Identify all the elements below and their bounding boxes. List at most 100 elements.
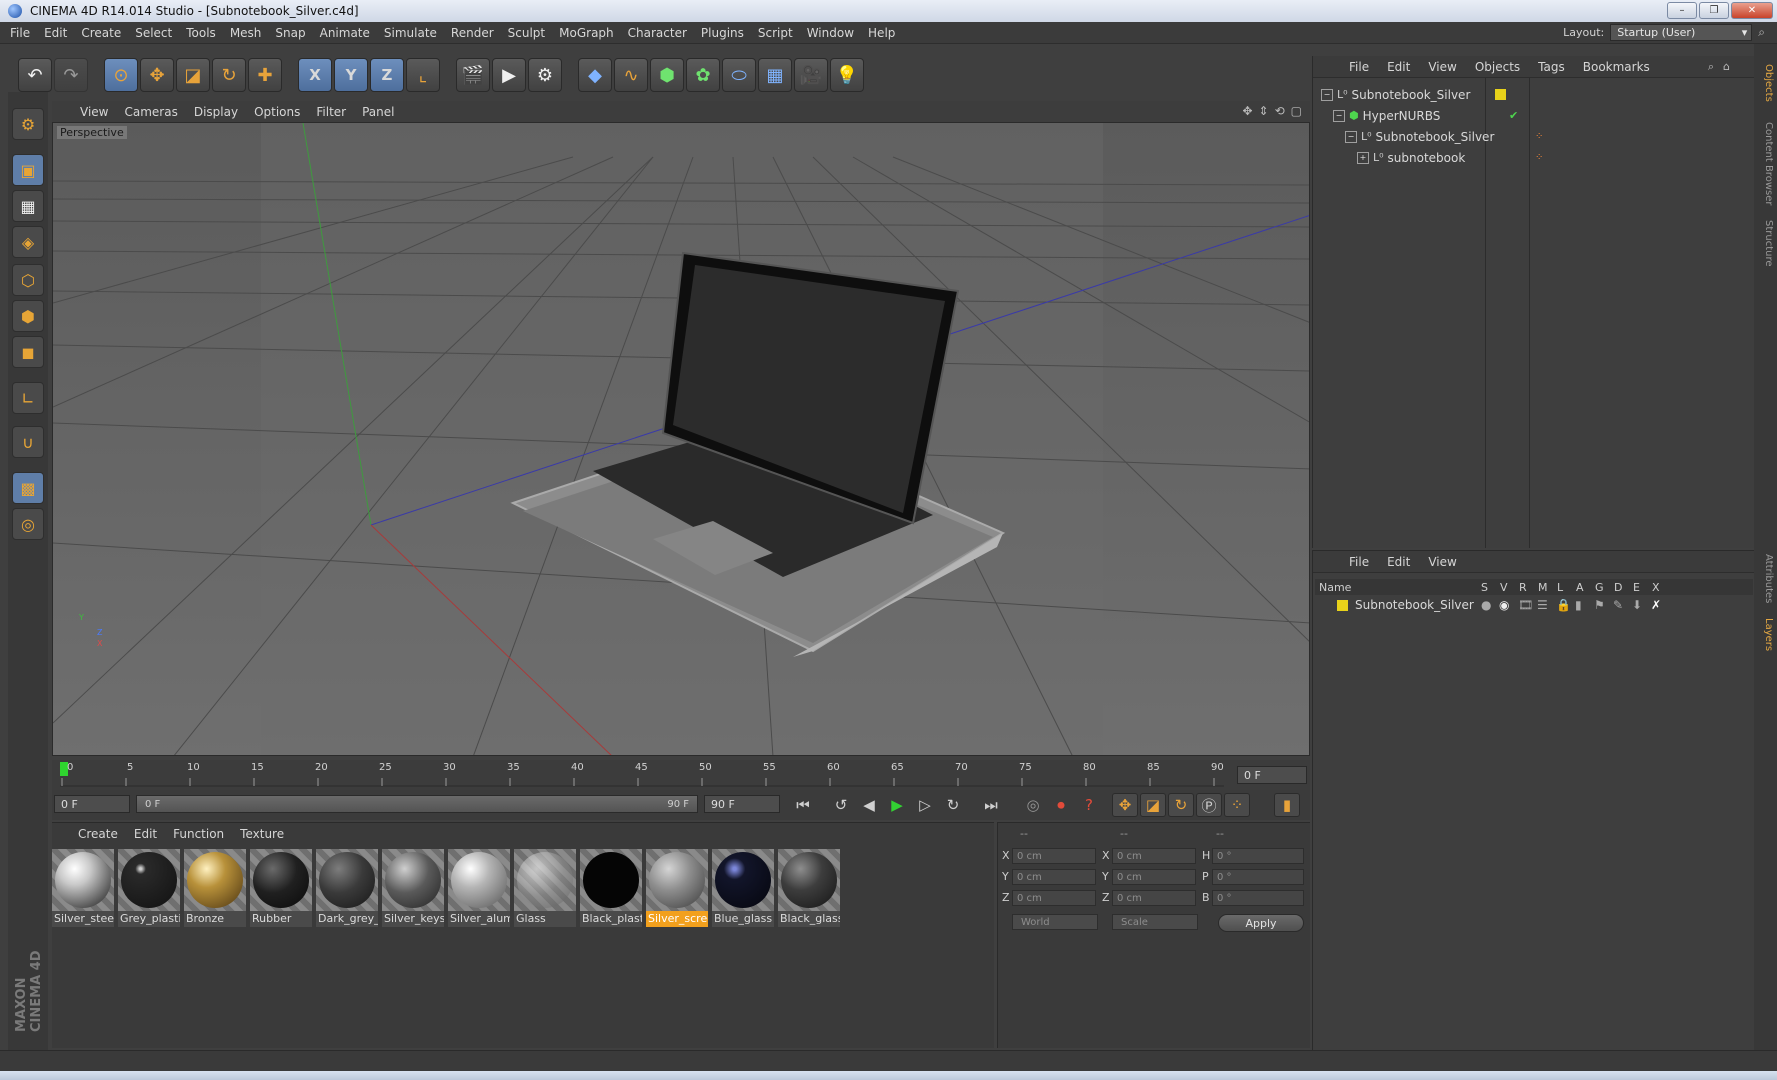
menu-mograph[interactable]: MoGraph [559,26,614,40]
expand-icon[interactable]: − [1333,109,1345,122]
camera-icon[interactable]: 🎥 [794,58,828,92]
goto-end-icon[interactable]: ⏭ [978,793,1004,817]
current-frame-field[interactable]: 0 F [1237,766,1307,784]
material-swatch-blue-glass[interactable]: Blue_glass [712,849,774,927]
menu-snap[interactable]: Snap [275,26,305,40]
layout-dropdown[interactable]: Startup (User) ▾ [1610,24,1753,41]
play-icon[interactable]: ▶ [884,793,910,817]
floor-environment-icon[interactable]: ▦ [758,58,792,92]
rotation-h-field[interactable]: 0 ° [1212,848,1304,864]
material-swatch-black-plastic[interactable]: Black_plast [580,849,642,927]
position-y-field[interactable]: 0 cm [1012,869,1096,885]
animation-toggle-icon[interactable]: ▮ [1575,598,1582,612]
home-icon[interactable]: ⌂ [1723,60,1730,73]
next-key-icon[interactable]: ↻ [940,793,966,817]
dolly-icon[interactable]: ⇕ [1259,104,1269,118]
close-button[interactable]: ✕ [1731,2,1773,19]
pan-icon[interactable]: ✥ [1242,104,1252,118]
points-mode-icon[interactable]: ⬡ [12,264,44,296]
viewport-menu-cameras[interactable]: Cameras [124,105,177,119]
viewport-menu-filter[interactable]: Filter [316,105,346,119]
light-icon[interactable]: 💡 [830,58,864,92]
objects-menu-objects[interactable]: Objects [1475,60,1520,74]
menu-sculpt[interactable]: Sculpt [508,26,545,40]
objects-menu-edit[interactable]: Edit [1387,60,1410,74]
object-row[interactable]: − ⬢ HyperNURBS ✔ [1313,105,1754,126]
material-swatch-black-glass[interactable]: Black_glass [778,849,840,927]
cube-icon[interactable]: ◆ [578,58,612,92]
axis-mode-icon[interactable]: ∟ [12,382,44,414]
record-point-level-icon[interactable]: ⁘ [1224,793,1250,817]
material-swatch-bronze[interactable]: Bronze [184,849,246,927]
material-swatch-rubber[interactable]: Rubber [250,849,312,927]
nurbs-icon[interactable]: ⬢ [650,58,684,92]
timeline-window-icon[interactable]: ▮ [1274,793,1300,817]
record-rotation-icon[interactable]: ↻ [1168,793,1194,817]
layers-menu-edit[interactable]: Edit [1387,555,1410,569]
solo-toggle-icon[interactable]: ● [1481,598,1491,612]
size-mode-dropdown[interactable]: Scale [1112,914,1198,930]
material-tag-icon[interactable]: ⁘ [1535,152,1543,163]
enabled-check-icon[interactable]: ✔ [1509,109,1518,122]
material-swatch-silver-keys[interactable]: Silver_keys [382,849,444,927]
menu-character[interactable]: Character [628,26,687,40]
layer-color-swatch[interactable] [1337,599,1348,611]
object-row[interactable]: − L⁰ Subnotebook_Silver ⁘ [1313,126,1754,147]
xref-toggle-icon[interactable]: ✗ [1651,598,1661,612]
timeline-ruler[interactable]: 0 5 10 15 20 25 30 35 40 45 50 55 60 65 … [52,760,1310,790]
menu-script[interactable]: Script [758,26,793,40]
record-key-icon[interactable]: ◎ [1020,793,1046,817]
menu-plugins[interactable]: Plugins [701,26,744,40]
x-axis-icon[interactable]: X [298,58,332,92]
rotate-icon[interactable]: ↻ [212,58,246,92]
material-tag-icon[interactable]: ⁘ [1535,131,1543,142]
expand-icon[interactable]: − [1345,130,1357,143]
tab-content-browser[interactable]: Content Browser [1757,122,1774,205]
polygons-mode-icon[interactable]: ◼ [12,336,44,368]
material-menu-texture[interactable]: Texture [240,827,284,841]
make-editable-icon[interactable]: ⚙ [12,108,44,140]
scale-icon[interactable]: ◪ [176,58,210,92]
layers-menu-file[interactable]: File [1349,555,1369,569]
preview-range-slider[interactable]: 0 F 90 F [136,795,698,813]
max-frame-field[interactable]: 90 F [704,795,780,813]
objects-menu-bookmarks[interactable]: Bookmarks [1583,60,1650,74]
size-z-field[interactable]: 0 cm [1112,890,1196,906]
menu-simulate[interactable]: Simulate [384,26,437,40]
model-mode-icon[interactable]: ▣ [12,154,44,186]
record-parameter-icon[interactable]: Ⓟ [1196,793,1222,817]
material-swatch-silver-aluminium[interactable]: Silver_alum [448,849,510,927]
view-toggle-icon[interactable]: ◉ [1499,598,1509,612]
render-picture-viewer-icon[interactable]: ▶ [492,58,526,92]
expression-toggle-icon[interactable]: ⬇ [1632,598,1642,612]
material-menu-function[interactable]: Function [173,827,224,841]
render-view-icon[interactable]: 🎬 [456,58,490,92]
position-x-field[interactable]: 0 cm [1012,848,1096,864]
layer-row[interactable]: Subnotebook_Silver ● ◉ 🎞 ☰ 🔒 ▮ ⚑ ✎ ⬇ ✗ [1315,596,1753,614]
search-icon[interactable]: ⌕ [1758,25,1765,40]
mograph-cloner-icon[interactable]: ✿ [686,58,720,92]
recent-tool-icon[interactable]: ✚ [248,58,282,92]
undo-icon[interactable]: ↶ [18,58,52,92]
layer-color-tag[interactable] [1495,89,1506,100]
material-swatch-silver-steel[interactable]: Silver_steel [52,849,114,927]
menu-edit[interactable]: Edit [44,26,67,40]
objects-menu-tags[interactable]: Tags [1538,60,1565,74]
search-icon[interactable]: ⌕ [1708,60,1714,74]
planar-workplane-icon[interactable]: ◎ [12,508,44,540]
menu-mesh[interactable]: Mesh [230,26,262,40]
record-scale-icon[interactable]: ◪ [1140,793,1166,817]
lock-toggle-icon[interactable]: 🔒 [1556,598,1571,612]
apply-button[interactable]: Apply [1218,914,1304,932]
tab-layers[interactable]: Layers [1757,618,1774,651]
texture-mode-icon[interactable]: ▦ [12,190,44,222]
spline-icon[interactable]: ∿ [614,58,648,92]
move-icon[interactable]: ✥ [140,58,174,92]
generator-toggle-icon[interactable]: ⚑ [1594,598,1605,612]
menu-window[interactable]: Window [807,26,854,40]
object-row[interactable]: + L⁰ subnotebook ⁘ [1313,147,1754,168]
size-x-field[interactable]: 0 cm [1112,848,1196,864]
tab-structure[interactable]: Structure [1757,220,1774,267]
y-axis-icon[interactable]: Y [334,58,368,92]
menu-render[interactable]: Render [451,26,494,40]
